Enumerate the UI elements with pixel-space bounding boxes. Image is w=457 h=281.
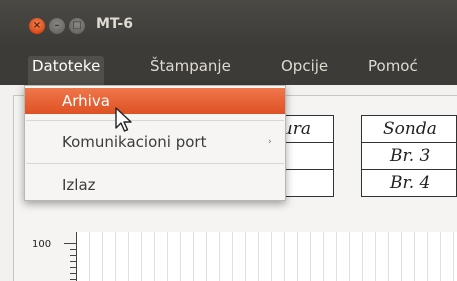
menu-datoteke[interactable]: Datoteke xyxy=(28,56,105,85)
sonda-row: Br. 3 xyxy=(361,142,457,170)
menu-item-label: Izlaz xyxy=(62,176,96,194)
y-axis-tick-label: 100 xyxy=(32,239,52,250)
sonda-table: Sonda Br. 3 Br. 4 xyxy=(361,115,457,197)
title-bar: × – □ MT-6 xyxy=(0,0,457,48)
menu-separator xyxy=(26,163,284,164)
menu-item-label: Arhiva xyxy=(62,92,110,110)
minimize-window-button[interactable]: – xyxy=(49,18,65,34)
menu-item-komunikacioni-port[interactable]: Komunikacioni port › xyxy=(25,129,285,155)
menu-pomoc[interactable]: Pomoć xyxy=(364,56,422,85)
menu-separator xyxy=(26,120,284,121)
close-icon: × xyxy=(32,20,42,31)
menu-bar: Datoteke Štampanje Opcije Pomoć xyxy=(0,48,457,85)
menu-stampanje[interactable]: Štampanje xyxy=(146,56,235,85)
menu-item-izlaz[interactable]: Izlaz xyxy=(25,172,285,198)
y-axis xyxy=(62,240,76,281)
submenu-arrow-icon: › xyxy=(268,137,272,147)
minimize-icon: – xyxy=(54,20,60,31)
maximize-icon: □ xyxy=(72,20,82,31)
menu-item-arhiva[interactable]: Arhiva xyxy=(25,88,285,114)
window-title: MT-6 xyxy=(96,16,133,32)
sonda-row: Br. 4 xyxy=(361,169,457,197)
menu-item-label: Komunikacioni port xyxy=(62,133,207,151)
maximize-window-button[interactable]: □ xyxy=(69,18,85,34)
sonda-header: Sonda xyxy=(361,115,457,143)
close-window-button[interactable]: × xyxy=(29,18,45,34)
plot-area xyxy=(76,232,457,281)
menu-opcije[interactable]: Opcije xyxy=(277,56,332,85)
datoteke-dropdown-menu: Arhiva Komunikacioni port › Izlaz xyxy=(24,85,286,201)
mouse-pointer-icon xyxy=(115,107,132,132)
